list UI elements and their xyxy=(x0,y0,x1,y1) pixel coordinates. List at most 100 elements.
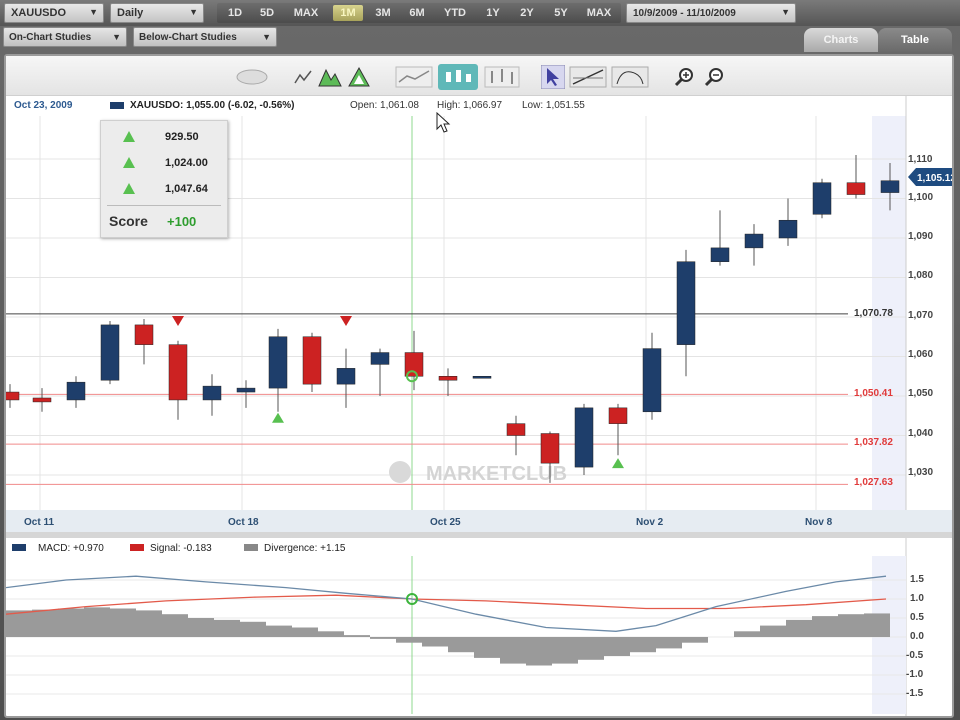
price-tick: 1,030 xyxy=(908,467,933,478)
symbol-select-value: XAUUSDO xyxy=(11,7,67,19)
below-chart-studies-select[interactable]: Below-Chart Studies ▼ xyxy=(133,27,277,47)
macd-tick: 0.5 xyxy=(910,612,924,623)
watermark-text: MARKETCLUB xyxy=(426,463,567,485)
range-5y-button[interactable]: 5Y xyxy=(547,5,575,21)
histogram-bar xyxy=(188,618,214,637)
macd-legend: MACD: +0.970 Signal: -0.183 Divergence: … xyxy=(12,543,346,554)
symbol-select[interactable]: XAUUSDO ▼ xyxy=(4,3,104,23)
tab-charts[interactable]: Charts xyxy=(804,28,878,52)
histogram-bar xyxy=(32,609,58,637)
chevron-down-icon: ▼ xyxy=(89,7,98,17)
candle-body xyxy=(134,324,154,345)
range-2y-button[interactable]: 2Y xyxy=(513,5,541,21)
histogram-bar xyxy=(734,631,760,637)
macd-legend-signal: Signal: -0.183 xyxy=(150,543,212,554)
price-tick: 1,070 xyxy=(908,310,933,321)
price-tick: 1,090 xyxy=(908,231,933,242)
candle xyxy=(608,403,628,456)
score-value: +100 xyxy=(167,214,197,229)
candle xyxy=(574,403,594,475)
candle-body xyxy=(676,261,696,345)
chevron-down-icon: ▼ xyxy=(112,32,121,42)
histogram-bar xyxy=(292,627,318,637)
macd-tick: 0.0 xyxy=(910,631,924,642)
candle-body xyxy=(642,348,662,413)
on-chart-studies-select[interactable]: On-Chart Studies ▼ xyxy=(3,27,127,47)
range-bar: 1D 5D MAX 1M 3M 6M YTD 1Y 2Y 5Y MAX xyxy=(217,3,621,23)
last-price-flag: 1,105.12 xyxy=(908,168,952,186)
range-max-quick-button[interactable]: MAX xyxy=(287,5,325,21)
date-range-select[interactable]: 10/9/2009 - 11/10/2009 ▼ xyxy=(626,3,796,23)
chevron-down-icon: ▼ xyxy=(781,7,790,17)
candle-body xyxy=(32,397,52,403)
histogram-bar xyxy=(604,637,630,656)
candle-body xyxy=(302,336,322,385)
interval-select-value: Daily xyxy=(117,7,144,19)
level-label: 1,070.78 xyxy=(854,308,893,319)
score-label: Score xyxy=(109,213,148,229)
candle-body xyxy=(6,391,20,401)
histogram-bar xyxy=(786,619,812,637)
histogram-bar xyxy=(266,625,292,637)
candle xyxy=(472,376,492,379)
tab-table[interactable]: Table xyxy=(878,28,952,52)
date-tick: Nov 8 xyxy=(805,517,833,528)
histogram-bar xyxy=(136,610,162,637)
level-label: 1,050.41 xyxy=(854,388,893,399)
price-tick: 1,040 xyxy=(908,428,933,439)
range-ytd-button[interactable]: YTD xyxy=(437,5,473,21)
macd-legend-macd: MACD: +0.970 xyxy=(38,543,104,554)
candle xyxy=(846,155,866,199)
below-chart-studies-label: Below-Chart Studies xyxy=(139,32,237,43)
candle-body xyxy=(472,376,492,379)
date-range-value: 10/9/2009 - 11/10/2009 xyxy=(633,8,736,19)
candle-body xyxy=(438,376,458,381)
histogram-bar xyxy=(656,637,682,649)
buy-arrow-icon xyxy=(272,412,284,423)
chart-frame: Oct 23, 2009 XAUUSDO: 1,055.00 (-6.02, -… xyxy=(4,54,954,718)
price-tick: 1,110 xyxy=(908,154,933,165)
score-row-value: 1,024.00 xyxy=(165,157,208,169)
triangle-up-icon xyxy=(123,183,135,194)
macd-legend-divergence: Divergence: +1.15 xyxy=(264,543,346,554)
range-6m-button[interactable]: 6M xyxy=(403,5,431,21)
range-5d-button[interactable]: 5D xyxy=(253,5,281,21)
candle xyxy=(438,368,458,396)
histogram-bar xyxy=(500,637,526,664)
date-tick: Nov 2 xyxy=(636,517,664,528)
interval-select[interactable]: Daily ▼ xyxy=(110,3,204,23)
candle xyxy=(370,348,390,396)
candle-body xyxy=(846,182,866,195)
candle-body xyxy=(812,182,832,215)
candle xyxy=(32,388,52,412)
range-1m-button[interactable]: 1M xyxy=(333,5,363,21)
histogram-bar xyxy=(84,607,110,637)
candle-body xyxy=(336,368,356,385)
range-1d-button[interactable]: 1D xyxy=(221,5,249,21)
candle xyxy=(506,415,526,456)
buy-arrow-icon xyxy=(612,458,624,469)
range-max-button[interactable]: MAX xyxy=(581,5,617,21)
date-tick: Oct 25 xyxy=(430,517,461,528)
score-divider xyxy=(107,205,221,206)
candle xyxy=(302,332,322,393)
last-price-label: 1,105.12 xyxy=(917,173,952,184)
candle xyxy=(676,249,696,377)
candle-body xyxy=(168,344,188,401)
candle-body xyxy=(778,219,798,239)
range-3m-button[interactable]: 3M xyxy=(369,5,397,21)
candle-body xyxy=(744,233,764,249)
price-tick: 1,080 xyxy=(908,270,933,281)
score-box: 929.50 1,024.00 1,047.64 Score +100 xyxy=(100,120,228,238)
candle xyxy=(6,384,20,408)
candle-body xyxy=(506,423,526,436)
candle-body xyxy=(608,407,628,424)
candle-body xyxy=(236,387,256,393)
mouse-cursor-icon xyxy=(436,112,451,133)
histogram-bar xyxy=(578,637,604,660)
candle xyxy=(168,340,188,420)
range-1y-button[interactable]: 1Y xyxy=(479,5,507,21)
score-row: 1,024.00 xyxy=(101,151,229,175)
price-tick: 1,060 xyxy=(908,349,933,360)
histogram-bar xyxy=(110,608,136,637)
